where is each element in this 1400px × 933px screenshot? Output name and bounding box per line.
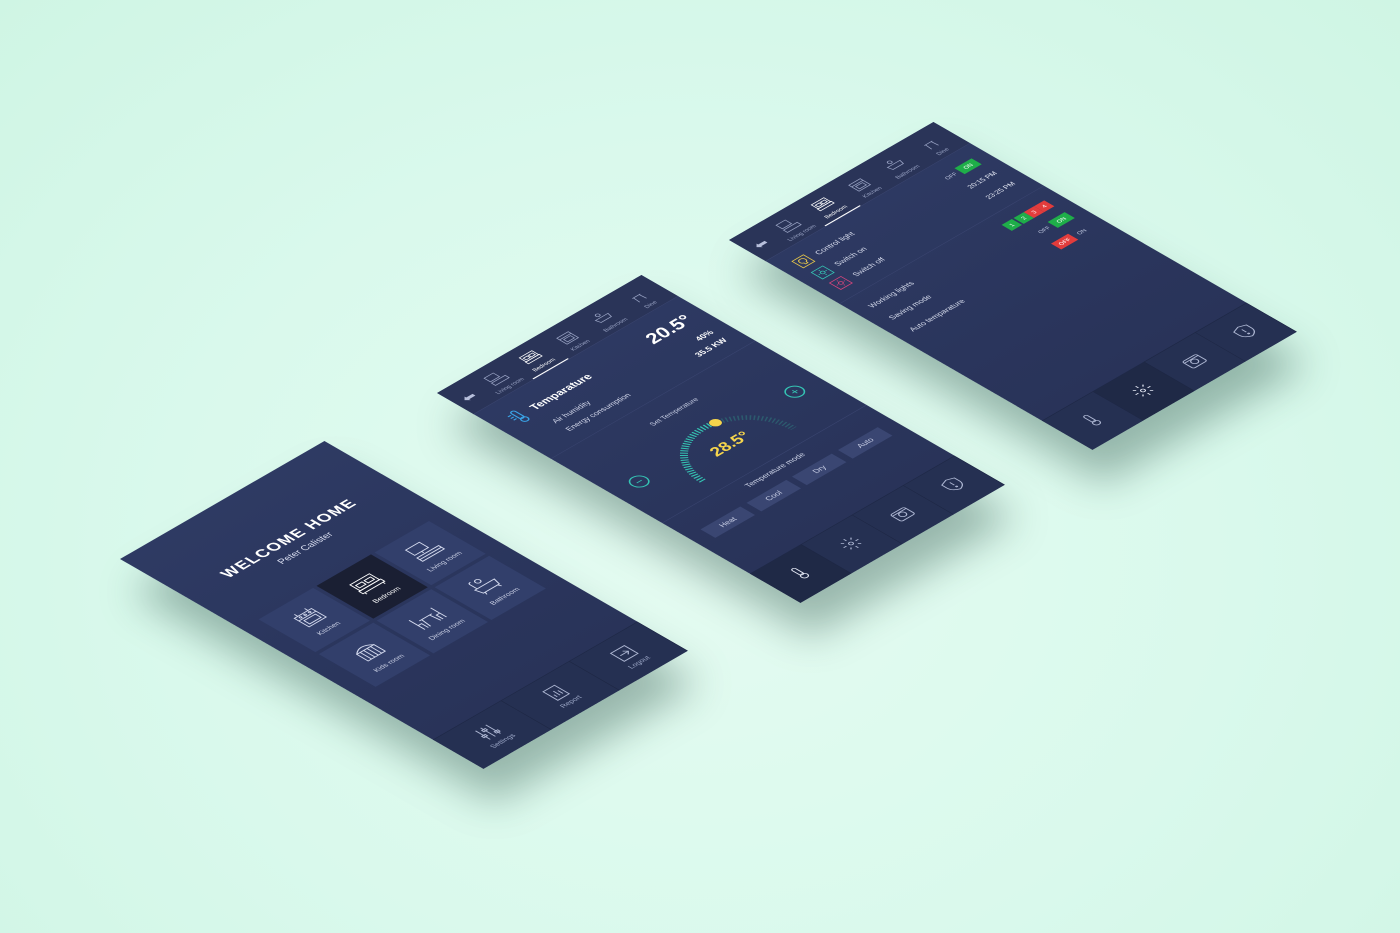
thermometer-icon (1082, 415, 1101, 426)
bulb-icon (791, 254, 816, 269)
camera-icon (890, 507, 915, 522)
shield-icon (1232, 324, 1255, 338)
thermometer-icon (790, 568, 809, 579)
sun-icon (1132, 384, 1153, 397)
shield-icon (940, 477, 963, 491)
bottom-nav: Settings Report Logout (432, 621, 688, 769)
sun-icon (840, 537, 861, 550)
sun-on-icon (810, 265, 835, 280)
home-screen: WELCOME HOME Peter Calister Kitchen Bedr… (120, 440, 688, 769)
thermometer-icon (507, 410, 530, 422)
camera-icon (1182, 354, 1207, 369)
sun-off-icon (828, 275, 854, 290)
bottom-nav (1041, 302, 1297, 450)
